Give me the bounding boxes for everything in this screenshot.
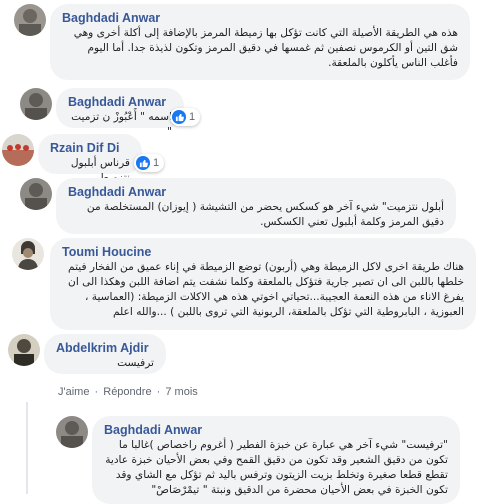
reply-link[interactable]: Répondre — [103, 386, 151, 398]
avatar[interactable] — [12, 238, 44, 270]
avatar[interactable] — [56, 416, 88, 448]
comment-author[interactable]: Baghdadi Anwar — [62, 10, 458, 26]
comment-text: هناك طريقة اخرى لاكل الزميطة وهي (أربون)… — [68, 261, 464, 318]
comment-author[interactable]: Baghdadi Anwar — [68, 184, 444, 200]
reply-comment: Baghdadi Anwar "ترفيست" شيء آخر هي عبارة… — [0, 412, 503, 504]
reaction-count-text: 1 — [189, 111, 196, 123]
comment-bubble: Baghdadi Anwar "ترفيست" شيء آخر هي عبارة… — [92, 416, 460, 504]
avatar[interactable] — [14, 4, 46, 36]
avatar[interactable] — [8, 334, 40, 366]
comment-text: ترفيست — [117, 357, 154, 369]
avatar[interactable] — [2, 134, 34, 166]
comment-actions: J'aime · Répondre · 7 mois — [58, 386, 200, 398]
comment-text: "ترفيست" شيء آخر هي عبارة عن خبزة الفطير… — [105, 439, 448, 496]
comment-bubble: Rzain Dif Di قرناس أبلبول نتزميط — [38, 134, 142, 184]
like-thumb-icon — [172, 110, 186, 124]
comment-bubble: Baghdadi Anwar أبلول نتزميت" شيء آخر هو … — [56, 178, 456, 234]
avatar[interactable] — [20, 88, 52, 120]
comment-author[interactable]: Abdelkrim Ajdir — [56, 340, 154, 356]
comment: Rzain Dif Di قرناس أبلبول نتزميط 1 — [0, 128, 503, 184]
reaction-count[interactable]: 1 — [134, 154, 165, 172]
comment-author[interactable]: Toumi Houcine — [62, 244, 464, 260]
reaction-count-text: 1 — [153, 157, 160, 169]
comment: Baghdadi Anwar أبلول نتزميت" شيء آخر هو … — [0, 178, 503, 234]
separator: · — [156, 386, 161, 398]
like-link[interactable]: J'aime — [58, 386, 89, 398]
comment: Baghdadi Anwar هذه هي الطريقة الأصيلة ال… — [0, 0, 503, 80]
comment-author[interactable]: Baghdadi Anwar — [68, 94, 172, 110]
reaction-count[interactable]: 1 — [170, 108, 201, 126]
separator: · — [94, 386, 99, 398]
comment-text: أبلول نتزميت" شيء آخر هو كسكس يحضر من ال… — [86, 201, 444, 228]
comment-text: هذه هي الطريقة الأصيلة التي كانت تؤكل به… — [73, 27, 458, 69]
comment-author[interactable]: Baghdadi Anwar — [104, 422, 448, 438]
comment-bubble: Baghdadi Anwar اسمه " أَعْبُوزْ ن تزميت … — [56, 88, 184, 138]
comment-bubble: Abdelkrim Ajdir ترفيست — [44, 334, 166, 374]
comment: Toumi Houcine هناك طريقة اخرى لاكل الزمي… — [0, 238, 503, 330]
timestamp[interactable]: 7 mois — [165, 386, 197, 398]
like-thumb-icon — [136, 156, 150, 170]
comment: Abdelkrim Ajdir ترفيست — [0, 334, 503, 382]
comment-bubble: Toumi Houcine هناك طريقة اخرى لاكل الزمي… — [50, 238, 476, 330]
avatar[interactable] — [20, 178, 52, 210]
comment-author[interactable]: Rzain Dif Di — [50, 140, 130, 156]
comment-bubble: Baghdadi Anwar هذه هي الطريقة الأصيلة ال… — [50, 4, 470, 80]
comment: Baghdadi Anwar اسمه " أَعْبُوزْ ن تزميت … — [0, 84, 503, 138]
